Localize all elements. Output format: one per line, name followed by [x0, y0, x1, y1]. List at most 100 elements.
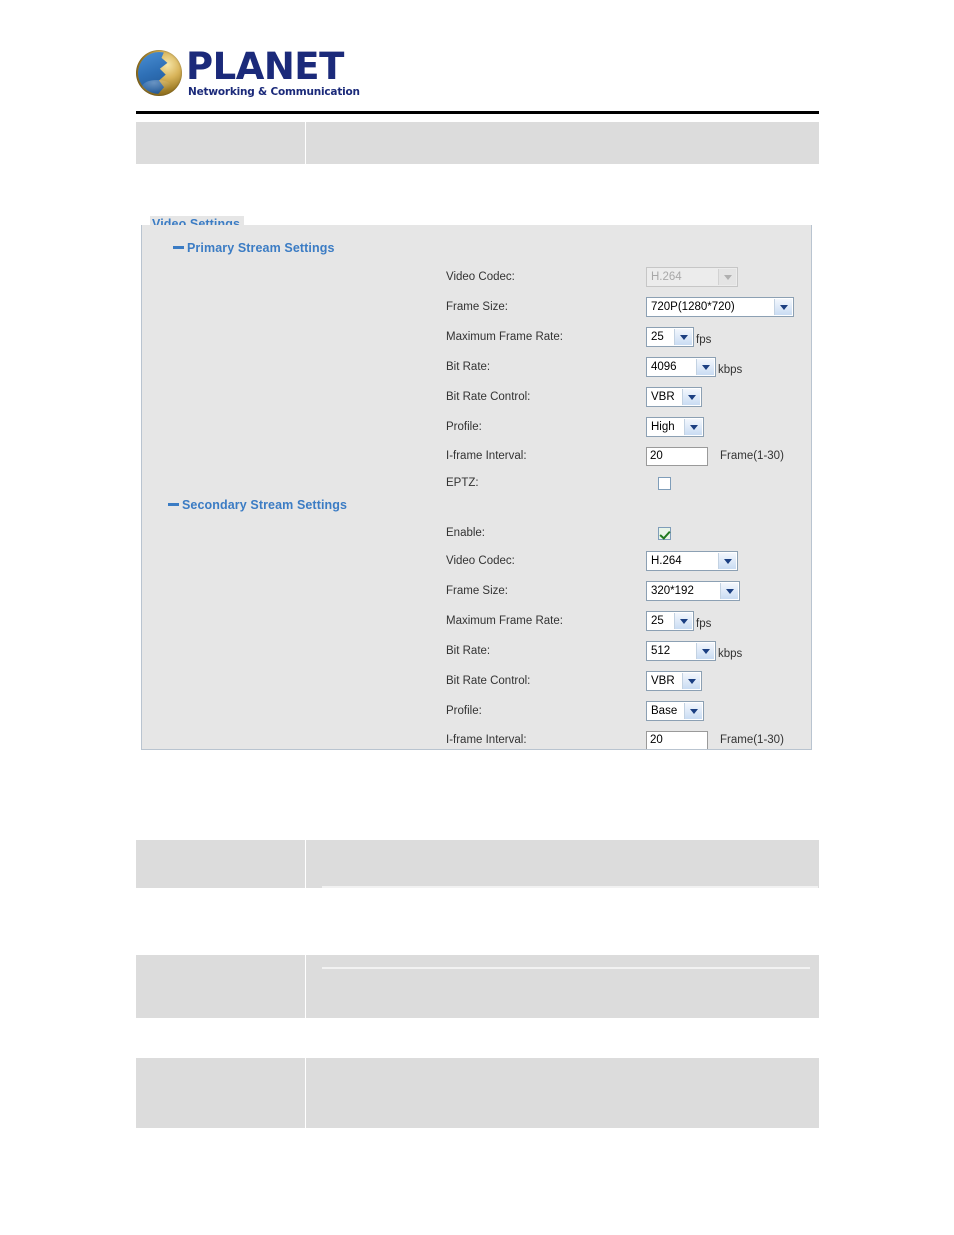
table-4 — [136, 1058, 819, 1128]
chevron-down-icon — [682, 673, 700, 689]
chevron-down-icon — [720, 583, 738, 599]
brand-name: PLANET — [186, 45, 344, 88]
checkbox-primary-eptz[interactable] — [658, 476, 671, 490]
table-3-left-cell — [136, 955, 306, 1018]
unit-secondary-bit-rate: kbps — [718, 648, 743, 660]
chevron-down-icon — [696, 643, 714, 659]
label-secondary-frame-size: Frame Size: — [446, 585, 508, 597]
select-secondary-profile-value: Base — [651, 705, 678, 717]
select-primary-video-codec-value: H.264 — [651, 271, 682, 283]
table-4-right-cell — [306, 1058, 819, 1128]
chevron-down-icon — [696, 359, 714, 375]
label-primary-profile: Profile: — [446, 421, 482, 433]
unit-primary-bit-rate: kbps — [718, 364, 743, 376]
row-primary-eptz: EPTZ: — [446, 472, 806, 494]
select-secondary-video-codec[interactable]: H.264 — [646, 551, 738, 571]
select-secondary-bit-rate-control-value: VBR — [651, 675, 675, 687]
input-secondary-iframe-interval[interactable] — [646, 730, 708, 749]
label-primary-frame-size: Frame Size: — [446, 301, 508, 313]
chevron-down-icon — [682, 389, 700, 405]
label-secondary-profile: Profile: — [446, 705, 482, 717]
unit-secondary-max-frame-rate: fps — [696, 618, 712, 630]
select-secondary-video-codec-value: H.264 — [651, 555, 682, 567]
chevron-down-icon — [674, 613, 692, 629]
select-primary-bit-rate-control[interactable]: VBR — [646, 387, 702, 407]
group-header-secondary-stream-label: Secondary Stream Settings — [182, 498, 348, 512]
select-primary-frame-size[interactable]: 720P(1280*720) — [646, 297, 794, 317]
dash-bullet-icon — [173, 246, 184, 250]
video-settings-panel: Primary Stream Settings Video Codec: H.2… — [141, 225, 812, 750]
hint-primary-iframe-interval: Frame(1-30) — [720, 450, 784, 462]
row-secondary-iframe-interval: I-frame Interval: Frame(1-30) — [446, 729, 806, 749]
table-4-left-cell — [136, 1058, 306, 1128]
row-secondary-video-codec: Video Codec: H.264 — [446, 550, 806, 572]
label-secondary-bit-rate-control: Bit Rate Control: — [446, 675, 531, 687]
select-primary-bit-rate[interactable]: 4096 — [646, 357, 716, 377]
input-primary-iframe-interval[interactable] — [646, 446, 708, 466]
row-primary-max-frame-rate: Maximum Frame Rate: 25 fps — [446, 326, 806, 348]
select-primary-max-frame-rate[interactable]: 25 — [646, 327, 694, 347]
label-primary-bit-rate: Bit Rate: — [446, 361, 491, 373]
group-header-secondary-stream[interactable]: Secondary Stream Settings — [168, 498, 347, 512]
brand-logo: PLANET Networking & Communication — [136, 44, 456, 104]
select-secondary-max-frame-rate-value: 25 — [651, 615, 664, 627]
row-secondary-frame-size: Frame Size: 320*192 — [446, 580, 806, 602]
row-secondary-bit-rate: Bit Rate: 512 kbps — [446, 640, 806, 662]
select-secondary-profile[interactable]: Base — [646, 701, 704, 721]
select-secondary-bit-rate-control[interactable]: VBR — [646, 671, 702, 691]
header-table — [136, 122, 819, 164]
label-secondary-max-frame-rate: Maximum Frame Rate: — [446, 615, 563, 627]
dash-bullet-icon — [168, 503, 179, 507]
header-divider — [136, 111, 819, 114]
label-primary-bit-rate-control: Bit Rate Control: — [446, 391, 531, 403]
select-primary-profile-value: High — [651, 421, 675, 433]
planet-globe-logo-icon — [136, 50, 182, 96]
select-primary-bit-rate-control-value: VBR — [651, 391, 675, 403]
brand-tagline: Networking & Communication — [188, 86, 360, 98]
group-header-primary-stream[interactable]: Primary Stream Settings — [173, 241, 335, 255]
chevron-down-icon — [674, 329, 692, 345]
select-secondary-bit-rate-value: 512 — [651, 645, 671, 657]
label-secondary-video-codec: Video Codec: — [446, 555, 515, 567]
table-2-right-cell — [306, 840, 819, 888]
select-primary-max-frame-rate-value: 25 — [651, 331, 664, 343]
hint-secondary-iframe-interval: Frame(1-30) — [720, 734, 784, 746]
chevron-down-icon — [774, 299, 792, 315]
select-secondary-frame-size[interactable]: 320*192 — [646, 581, 740, 601]
label-primary-max-frame-rate: Maximum Frame Rate: — [446, 331, 563, 343]
table-3 — [136, 955, 819, 1018]
label-primary-video-codec: Video Codec: — [446, 271, 515, 283]
row-secondary-max-frame-rate: Maximum Frame Rate: 25 fps — [446, 610, 806, 632]
chevron-down-icon — [684, 703, 702, 719]
select-secondary-max-frame-rate[interactable]: 25 — [646, 611, 694, 631]
row-primary-video-codec: Video Codec: H.264 — [446, 266, 806, 288]
row-primary-frame-size: Frame Size: 720P(1280*720) — [446, 296, 806, 318]
chevron-down-icon — [718, 553, 736, 569]
select-secondary-bit-rate[interactable]: 512 — [646, 641, 716, 661]
table-2 — [136, 840, 819, 888]
table-3-right-cell — [306, 955, 819, 1018]
select-primary-frame-size-value: 720P(1280*720) — [651, 301, 735, 313]
checkbox-secondary-enable[interactable] — [658, 526, 671, 540]
row-secondary-enable: Enable: — [446, 522, 806, 544]
label-secondary-iframe-interval: I-frame Interval: — [446, 734, 527, 746]
chevron-down-icon — [718, 269, 736, 285]
row-primary-bit-rate-control: Bit Rate Control: VBR — [446, 386, 806, 408]
select-secondary-frame-size-value: 320*192 — [651, 585, 694, 597]
label-primary-eptz: EPTZ: — [446, 477, 479, 489]
table-3-underline — [322, 967, 810, 969]
row-secondary-bit-rate-control: Bit Rate Control: VBR — [446, 670, 806, 692]
header-table-left-cell — [136, 122, 306, 164]
row-primary-bit-rate: Bit Rate: 4096 kbps — [446, 356, 806, 378]
select-primary-video-codec[interactable]: H.264 — [646, 267, 738, 287]
unit-primary-max-frame-rate: fps — [696, 334, 712, 346]
label-secondary-bit-rate: Bit Rate: — [446, 645, 491, 657]
row-secondary-profile: Profile: Base — [446, 700, 806, 722]
table-2-underline — [322, 886, 818, 888]
label-secondary-enable: Enable: — [446, 527, 486, 539]
group-header-primary-stream-label: Primary Stream Settings — [187, 241, 335, 255]
header-table-right-cell — [306, 122, 819, 164]
select-primary-profile[interactable]: High — [646, 417, 704, 437]
chevron-down-icon — [684, 419, 702, 435]
table-2-left-cell — [136, 840, 306, 888]
